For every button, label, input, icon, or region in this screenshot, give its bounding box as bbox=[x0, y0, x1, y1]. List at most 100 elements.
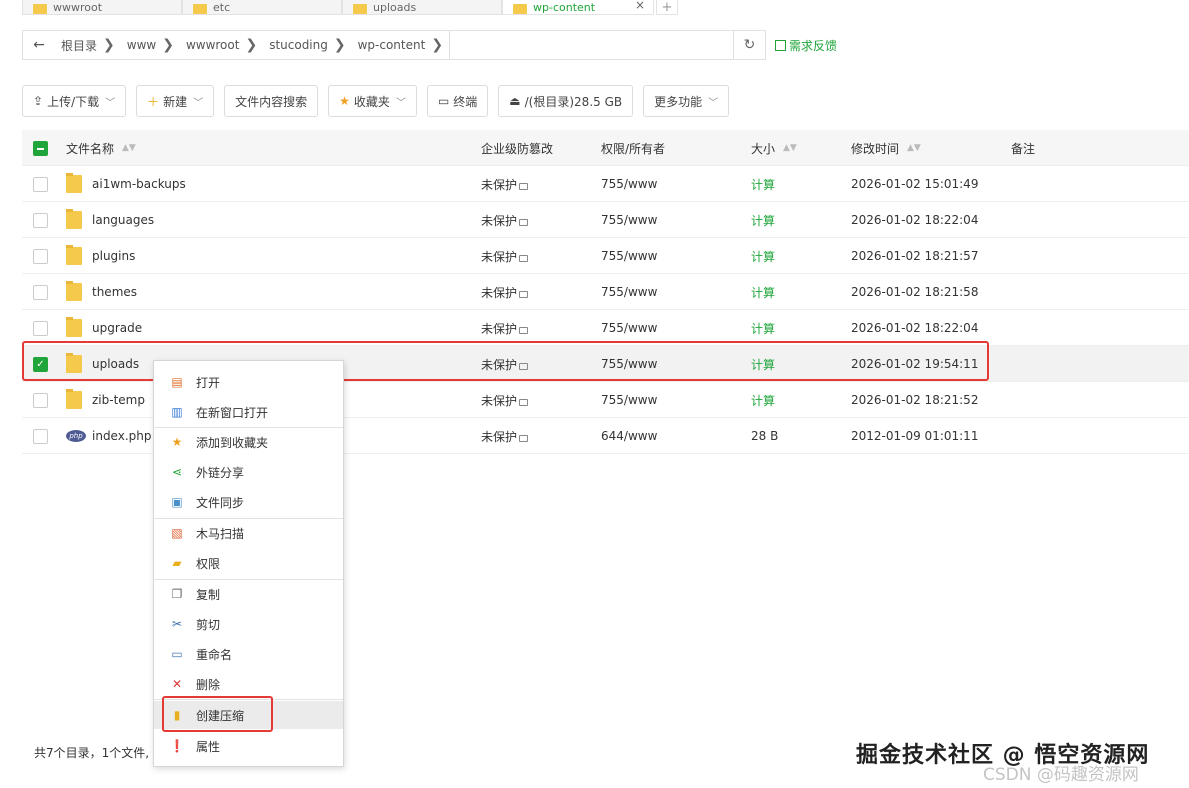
star-icon: ★ bbox=[339, 94, 350, 108]
protect-status[interactable]: 未保护 bbox=[481, 428, 517, 445]
protect-status[interactable]: 未保护 bbox=[481, 176, 517, 193]
menu-item-copy[interactable]: ❐ 复制 bbox=[154, 580, 343, 608]
refresh-icon[interactable]: ↻ bbox=[733, 31, 765, 59]
file-name[interactable]: ai1wm-backups bbox=[92, 177, 186, 191]
row-checkbox[interactable] bbox=[33, 248, 48, 264]
menu-item-sync[interactable]: ▣ 文件同步 bbox=[154, 488, 343, 516]
folder-icon bbox=[353, 4, 367, 14]
scan-icon: ▧ bbox=[171, 526, 183, 540]
row-checkbox[interactable] bbox=[33, 212, 48, 228]
modified-time: 2026-01-02 18:21:57 bbox=[851, 249, 979, 263]
terminal-icon: ▭ bbox=[437, 94, 450, 108]
close-tab-icon[interactable]: × bbox=[635, 0, 645, 12]
file-name[interactable]: languages bbox=[92, 213, 154, 227]
breadcrumb-stucoding[interactable]: stucoding ❯ bbox=[263, 31, 351, 59]
file-name[interactable]: index.php bbox=[92, 429, 151, 443]
menu-item-new-window[interactable]: ▥ 在新窗口打开 bbox=[154, 398, 343, 426]
header-name[interactable]: 文件名称 ▲▼ bbox=[66, 130, 136, 166]
folder-icon bbox=[513, 4, 527, 14]
modified-time: 2012-01-09 01:01:11 bbox=[851, 429, 979, 443]
protect-status[interactable]: 未保护 bbox=[481, 284, 517, 301]
protect-status[interactable]: 未保护 bbox=[481, 392, 517, 409]
breadcrumb-wwwroot[interactable]: wwwroot ❯ bbox=[180, 31, 263, 59]
calculate-size-link[interactable]: 计算 bbox=[751, 212, 775, 229]
favorites-button[interactable]: ★ 收藏夹 ﹀ bbox=[328, 85, 417, 117]
menu-item-info[interactable]: ❗ 属性 bbox=[154, 732, 343, 760]
select-all-checkbox[interactable] bbox=[33, 140, 48, 156]
permission-owner[interactable]: 755/www bbox=[601, 321, 657, 335]
tab-etc[interactable]: etc bbox=[182, 0, 342, 15]
menu-item-label: 复制 bbox=[196, 587, 221, 602]
table-row[interactable]: plugins 未保护 755/www 计算 2026-01-02 18:21:… bbox=[22, 238, 1189, 274]
row-checkbox[interactable] bbox=[33, 392, 48, 408]
calculate-size-link[interactable]: 计算 bbox=[751, 320, 775, 337]
modified-time: 2026-01-02 18:21:58 bbox=[851, 285, 979, 299]
header-size[interactable]: 大小 ▲▼ bbox=[751, 130, 797, 166]
menu-item-star[interactable]: ★ 添加到收藏夹 bbox=[154, 428, 343, 456]
file-size: 28 B bbox=[751, 429, 779, 443]
menu-item-permission[interactable]: ▰ 权限 bbox=[154, 549, 343, 577]
menu-item-open[interactable]: ▤ 打开 bbox=[154, 368, 343, 396]
menu-divider bbox=[154, 427, 343, 428]
calculate-size-link[interactable]: 计算 bbox=[751, 284, 775, 301]
new-button[interactable]: ＋新建 ﹀ bbox=[136, 85, 215, 117]
calculate-size-link[interactable]: 计算 bbox=[751, 248, 775, 265]
row-checkbox[interactable] bbox=[33, 428, 48, 444]
table-row[interactable]: languages 未保护 755/www 计算 2026-01-02 18:2… bbox=[22, 202, 1189, 238]
sort-icon: ▲▼ bbox=[122, 143, 136, 153]
table-row[interactable]: ai1wm-backups 未保护 755/www 计算 2026-01-02 … bbox=[22, 166, 1189, 202]
permission-owner[interactable]: 755/www bbox=[601, 285, 657, 299]
feedback-link[interactable]: 需求反馈 bbox=[775, 37, 837, 54]
breadcrumb-root[interactable]: 根目录 ❯ bbox=[55, 31, 121, 59]
tab-wp-content[interactable]: wp-content × bbox=[502, 0, 654, 15]
row-checkbox[interactable] bbox=[33, 284, 48, 300]
row-checkbox[interactable] bbox=[33, 176, 48, 192]
permission-owner[interactable]: 644/www bbox=[601, 429, 657, 443]
disk-button[interactable]: ⏏/(根目录)28.5 GB bbox=[498, 85, 634, 117]
header-mtime[interactable]: 修改时间 ▲▼ bbox=[851, 130, 921, 166]
new-window-icon: ▥ bbox=[171, 405, 183, 419]
back-arrow-icon[interactable]: ← bbox=[23, 37, 55, 53]
menu-item-label: 在新窗口打开 bbox=[196, 405, 269, 420]
file-name[interactable]: zib-temp bbox=[92, 393, 145, 407]
php-file-icon: php bbox=[66, 430, 86, 442]
menu-item-scan[interactable]: ▧ 木马扫描 bbox=[154, 519, 343, 547]
menu-item-label: 打开 bbox=[196, 375, 221, 390]
menu-item-label: 删除 bbox=[196, 677, 221, 692]
add-tab-button[interactable]: + bbox=[656, 0, 678, 15]
protect-status[interactable]: 未保护 bbox=[481, 212, 517, 229]
protect-status[interactable]: 未保护 bbox=[481, 248, 517, 265]
path-input[interactable] bbox=[449, 31, 733, 59]
menu-item-share[interactable]: ⋖ 外链分享 bbox=[154, 458, 343, 486]
more-functions-button[interactable]: 更多功能 ﹀ bbox=[643, 85, 730, 117]
terminal-button[interactable]: ▭ 终端 bbox=[426, 85, 489, 117]
row-checkbox[interactable] bbox=[33, 320, 48, 336]
breadcrumb-www[interactable]: www ❯ bbox=[121, 31, 180, 59]
table-row[interactable]: themes 未保护 755/www 计算 2026-01-02 18:21:5… bbox=[22, 274, 1189, 310]
menu-item-delete[interactable]: ✕ 删除 bbox=[154, 670, 343, 698]
upload-download-button[interactable]: ⇪ 上传/下载 ﹀ bbox=[22, 85, 127, 117]
calculate-size-link[interactable]: 计算 bbox=[751, 392, 775, 409]
permission-owner[interactable]: 755/www bbox=[601, 213, 657, 227]
tab-uploads[interactable]: uploads bbox=[342, 0, 502, 15]
protect-status[interactable]: 未保护 bbox=[481, 320, 517, 337]
file-name[interactable]: themes bbox=[92, 285, 137, 299]
tab-wwwroot[interactable]: wwwroot bbox=[22, 0, 182, 15]
lock-icon bbox=[519, 254, 529, 262]
sync-icon: ▣ bbox=[171, 495, 183, 509]
lock-icon bbox=[519, 434, 529, 442]
calculate-size-link[interactable]: 计算 bbox=[751, 176, 775, 193]
permission-owner[interactable]: 755/www bbox=[601, 177, 657, 191]
chevron-down-icon: ﹀ bbox=[193, 97, 204, 109]
sort-icon: ▲▼ bbox=[783, 143, 797, 153]
file-name[interactable]: plugins bbox=[92, 249, 135, 263]
menu-item-rename[interactable]: ▭ 重命名 bbox=[154, 640, 343, 668]
upload-icon: ⇪ bbox=[33, 94, 44, 108]
content-search-button[interactable]: 文件内容搜索 bbox=[224, 85, 319, 117]
file-name[interactable]: upgrade bbox=[92, 321, 142, 335]
permission-owner[interactable]: 755/www bbox=[601, 393, 657, 407]
breadcrumb-wp-content[interactable]: wp-content ❯ bbox=[352, 31, 449, 59]
chevron-down-icon: ﹀ bbox=[395, 97, 406, 109]
menu-item-scissors[interactable]: ✂ 剪切 bbox=[154, 610, 343, 638]
permission-owner[interactable]: 755/www bbox=[601, 249, 657, 263]
